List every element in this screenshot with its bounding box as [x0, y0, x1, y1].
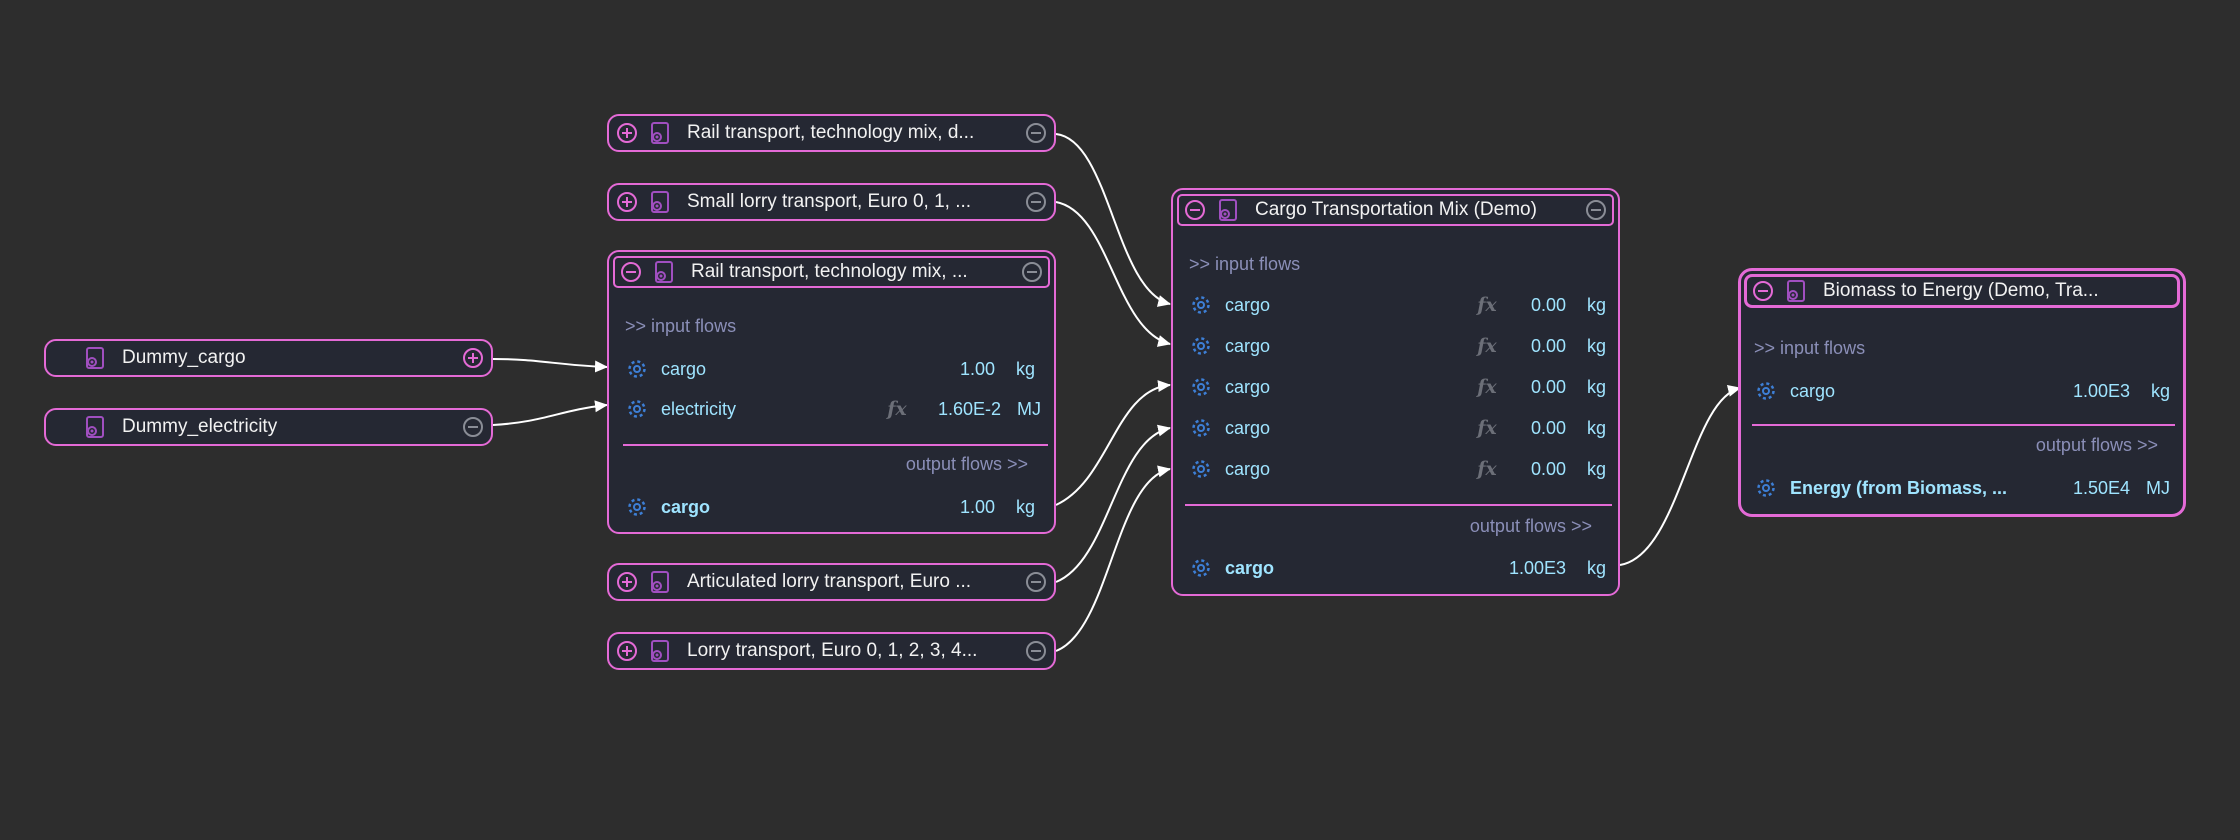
gear-icon — [1192, 460, 1210, 478]
gear-icon — [628, 498, 646, 516]
formula-icon: fx — [1477, 294, 1497, 316]
node-title: Biomass to Energy (Demo, Tra... — [1823, 280, 2099, 301]
input-flows-label: >> input flows — [1754, 338, 1866, 358]
node-title: Dummy_electricity — [122, 416, 278, 437]
process-icon — [1787, 280, 1805, 302]
node-title: Rail transport, technology mix, d... — [687, 122, 975, 143]
node-title: Small lorry transport, Euro 0, 1, ... — [687, 191, 972, 212]
gear-icon — [1192, 337, 1210, 355]
input-flow-row[interactable]: cargo fx 0.00 kg — [1189, 415, 1606, 441]
plus-icon[interactable] — [617, 123, 637, 143]
input-flow-row[interactable]: electricity fx 1.60E-2 MJ — [625, 396, 1041, 422]
edge-rail-top-to-cargo-mix — [1055, 133, 1171, 307]
formula-icon: fx — [1477, 417, 1497, 439]
process-icon — [86, 416, 104, 438]
minus-icon[interactable] — [1026, 192, 1046, 212]
edge-dummy-electricity-to-rail — [492, 400, 608, 426]
node-dummy-electricity[interactable]: Dummy_electricity — [44, 408, 493, 446]
section-divider — [1185, 504, 1612, 506]
node-title: Articulated lorry transport, Euro ... — [687, 571, 972, 592]
input-flows-label: >> input flows — [1189, 254, 1301, 274]
minus-icon[interactable] — [1586, 200, 1606, 220]
gear-icon — [1192, 378, 1210, 396]
plus-icon[interactable] — [617, 192, 637, 212]
minus-icon[interactable] — [1026, 641, 1046, 661]
section-divider — [1752, 424, 2175, 426]
gear-icon — [628, 360, 646, 378]
output-flow-row[interactable]: cargo 1.00 kg — [625, 494, 1035, 520]
output-flows-label: output flows >> — [2035, 435, 2158, 455]
node-rail-transport-collapsed[interactable]: Rail transport, technology mix, d... — [607, 114, 1056, 152]
output-flow-row[interactable]: Energy (from Biomass, ... 1.50E4 MJ — [1754, 475, 2170, 501]
edge-lorry-to-cargo-mix — [1055, 465, 1171, 652]
node-cargo-transportation-mix[interactable]: Cargo Transportation Mix (Demo) >> input… — [1171, 188, 1620, 596]
edge-rail-expanded-to-cargo-mix — [1055, 380, 1171, 506]
gear-icon — [1192, 296, 1210, 314]
gear-icon — [1192, 419, 1210, 437]
node-title: Cargo Transportation Mix (Demo) — [1255, 199, 1537, 220]
node-title: Lorry transport, Euro 0, 1, 2, 3, 4... — [687, 640, 978, 661]
minus-icon[interactable] — [1185, 200, 1205, 220]
minus-icon[interactable] — [1026, 123, 1046, 143]
plus-icon[interactable] — [617, 572, 637, 592]
input-flow-row[interactable]: cargo 1.00E3 kg — [1754, 378, 2170, 404]
gear-icon — [1757, 382, 1775, 400]
gear-icon — [1757, 479, 1775, 497]
edge-dummy-cargo-to-rail — [492, 358, 608, 373]
process-icon — [655, 261, 673, 283]
formula-icon: fx — [1477, 376, 1497, 398]
input-flow-row[interactable]: cargo 1.00 kg — [625, 356, 1035, 382]
node-articulated-lorry-collapsed[interactable]: Articulated lorry transport, Euro ... — [607, 563, 1056, 601]
input-flow-row[interactable]: cargo fx 0.00 kg — [1189, 292, 1606, 318]
formula-icon: fx — [1477, 458, 1497, 480]
edge-small-lorry-to-cargo-mix — [1055, 201, 1171, 347]
output-flow-row[interactable]: cargo 1.00E3 kg — [1189, 555, 1606, 581]
process-icon — [651, 191, 669, 213]
plus-icon[interactable] — [463, 348, 483, 368]
section-divider — [623, 444, 1048, 446]
plus-icon[interactable] — [617, 641, 637, 661]
process-icon — [651, 122, 669, 144]
edge-cargo-mix-to-biomass — [1619, 385, 1741, 566]
process-icon — [651, 640, 669, 662]
gear-icon — [1192, 559, 1210, 577]
process-icon — [1219, 199, 1237, 221]
gear-icon — [628, 400, 646, 418]
input-flow-row[interactable]: cargo fx 0.00 kg — [1189, 333, 1606, 359]
node-dummy-cargo[interactable]: Dummy_cargo — [44, 339, 493, 377]
node-small-lorry-collapsed[interactable]: Small lorry transport, Euro 0, 1, ... — [607, 183, 1056, 221]
node-lorry-collapsed[interactable]: Lorry transport, Euro 0, 1, 2, 3, 4... — [607, 632, 1056, 670]
node-title: Rail transport, technology mix, ... — [691, 261, 968, 282]
minus-icon[interactable] — [1026, 572, 1046, 592]
formula-icon: fx — [887, 398, 907, 420]
formula-icon: fx — [1477, 335, 1497, 357]
input-flow-row[interactable]: cargo fx 0.00 kg — [1189, 374, 1606, 400]
process-icon — [86, 347, 104, 369]
output-flows-label: output flows >> — [1469, 516, 1592, 536]
input-flow-row[interactable]: cargo fx 0.00 kg — [1189, 456, 1606, 482]
minus-icon[interactable] — [621, 262, 641, 282]
output-flows-label: output flows >> — [905, 454, 1028, 474]
edge-articulated-to-cargo-mix — [1055, 424, 1171, 583]
node-biomass-to-energy[interactable]: Biomass to Energy (Demo, Tra... >> input… — [1738, 268, 2186, 517]
node-title: Dummy_cargo — [122, 347, 246, 368]
input-flows-label: >> input flows — [625, 316, 737, 336]
process-icon — [651, 571, 669, 593]
minus-icon[interactable] — [463, 417, 483, 437]
minus-icon[interactable] — [1753, 281, 1773, 301]
node-rail-transport-expanded[interactable]: Rail transport, technology mix, ... >> i… — [607, 250, 1056, 534]
minus-icon[interactable] — [1022, 262, 1042, 282]
